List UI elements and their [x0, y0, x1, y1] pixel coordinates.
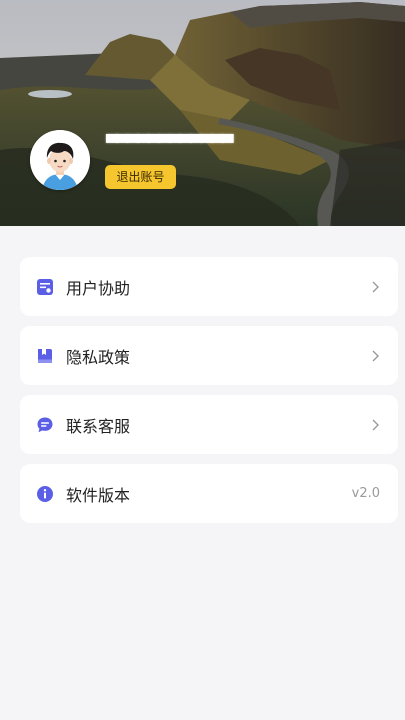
- logout-button[interactable]: 退出账号: [105, 165, 176, 189]
- profile-page: ▀▀▀▀▀▀▀▀▀▀▀▀ 退出账号 用户协助 隐私政策 联系客服 软件版本 v2…: [0, 0, 405, 720]
- menu-item-contact-support[interactable]: 联系客服: [20, 395, 398, 454]
- profile-header: ▀▀▀▀▀▀▀▀▀▀▀▀ 退出账号: [0, 0, 405, 226]
- privacy-book-icon: [36, 347, 54, 365]
- chevron-right-icon: [370, 418, 380, 432]
- info-icon: [36, 485, 54, 503]
- username: ▀▀▀▀▀▀▀▀▀▀▀▀: [106, 134, 233, 152]
- chevron-right-icon: [370, 349, 380, 363]
- menu-item-software-version[interactable]: 软件版本 v2.0: [20, 464, 398, 523]
- header-landscape-image: [0, 0, 405, 226]
- user-agreement-icon: [36, 278, 54, 296]
- menu-item-label: 软件版本: [66, 485, 131, 505]
- version-number: v2.0: [351, 486, 380, 501]
- chat-bubble-icon: [36, 416, 54, 434]
- menu-item-user-agreement[interactable]: 用户协助: [20, 257, 398, 316]
- menu-item-label: 联系客服: [66, 416, 131, 436]
- user-avatar-icon: [30, 130, 90, 190]
- settings-menu: 用户协助 隐私政策 联系客服 软件版本 v2.0: [20, 257, 398, 533]
- menu-item-label: 用户协助: [66, 278, 131, 298]
- chevron-right-icon: [370, 280, 380, 294]
- menu-item-privacy-policy[interactable]: 隐私政策: [20, 326, 398, 385]
- avatar[interactable]: [30, 130, 90, 190]
- menu-item-label: 隐私政策: [66, 347, 131, 367]
